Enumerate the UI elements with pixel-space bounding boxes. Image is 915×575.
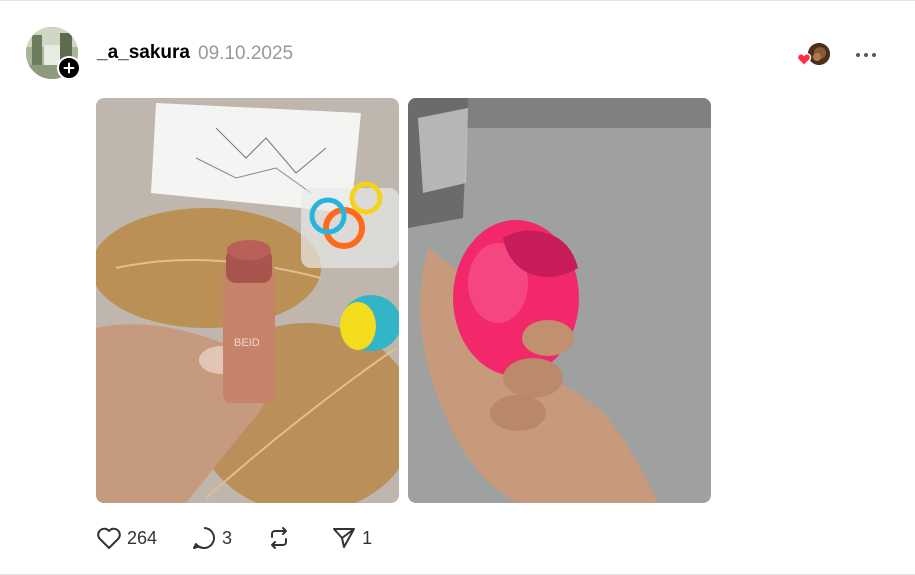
follow-button[interactable] <box>57 56 81 80</box>
heart-icon <box>796 53 812 67</box>
repost-button[interactable] <box>266 525 297 551</box>
more-horizontal-icon <box>856 53 876 57</box>
comment-button[interactable]: 3 <box>191 525 232 551</box>
comment-count: 3 <box>222 527 233 548</box>
plus-icon <box>63 62 75 74</box>
like-button[interactable]: 264 <box>96 526 157 550</box>
like-count: 264 <box>127 527 158 548</box>
share-count: 1 <box>362 527 373 548</box>
post-date: 09.10.2025 <box>198 43 294 64</box>
heart-outline-icon <box>97 527 121 549</box>
post-image-1[interactable]: BEID <box>96 98 399 503</box>
more-options-button[interactable] <box>852 41 880 69</box>
share-button[interactable]: 1 <box>331 525 372 551</box>
post-card: _a_sakura 09.10.2025 BEID 264 3 1 <box>0 0 915 575</box>
author-avatar-button[interactable] <box>26 27 81 81</box>
post-image-2[interactable] <box>408 98 711 503</box>
author-username[interactable]: _a_sakura <box>97 42 190 64</box>
svg-text:BEID: BEID <box>234 337 260 349</box>
reactor-indicator[interactable] <box>796 43 832 67</box>
repost-icon <box>271 527 288 549</box>
comment-icon <box>193 527 216 549</box>
send-icon <box>333 528 356 548</box>
post-actions: 264 3 1 <box>96 522 406 554</box>
